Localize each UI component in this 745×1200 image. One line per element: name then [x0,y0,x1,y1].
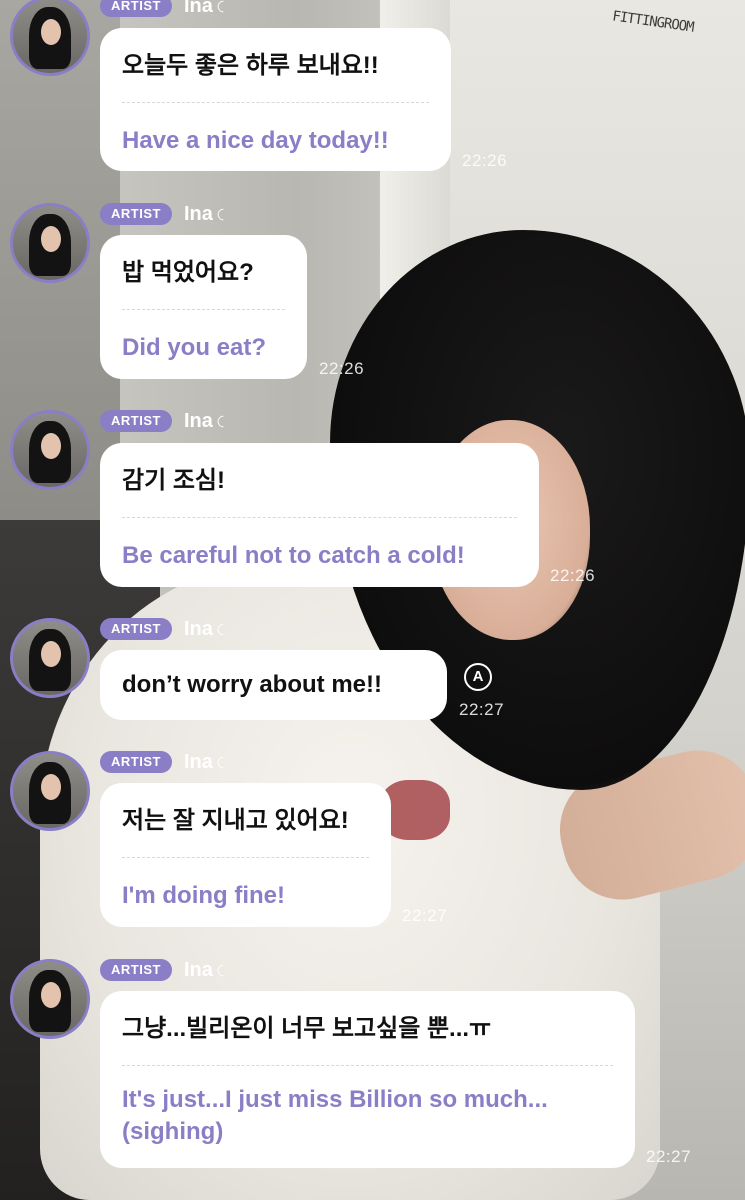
translated-text: I'm doing fine! [122,882,286,909]
message-text: don’t worry about me!! [122,671,382,698]
message-text: 저는 잘 지내고 있어요! [122,807,349,834]
artist-avatar[interactable] [10,959,90,1039]
translated-text: Be careful not to catch a cold! [122,542,465,569]
translation-divider [122,857,369,858]
smile-icon: ◡ [215,208,233,220]
message-time: 22:27 [646,1147,692,1166]
sender-name: Ina [183,750,213,773]
artist-badge: ARTIST [100,618,172,640]
translate-icon[interactable]: A [464,663,492,691]
message-text: 그냥...빌리온이 너무 보고싶을 뿐...ㅠ [122,1015,492,1042]
message-bubble[interactable]: 오늘두 좋은 하루 보내요!! Have a nice day today!! [100,28,451,171]
message-time: 22:26 [319,359,365,378]
artist-badge: ARTIST [100,959,172,981]
artist-avatar[interactable] [10,410,90,490]
artist-badge: ARTIST [100,203,172,225]
sender-row: ARTIST Ina ◡ [100,617,233,641]
translated-text: Did you eat? [122,334,267,361]
sender-row: ARTIST Ina ◡ [100,958,233,982]
message-time: 22:26 [462,151,508,170]
message-time: 22:27 [402,906,448,925]
sender-name: Ina [183,0,213,17]
message-time: 22:27 [459,700,505,719]
artist-badge: ARTIST [100,410,172,432]
artist-avatar[interactable] [10,751,90,831]
smile-icon: ◡ [215,964,233,976]
artist-badge: ARTIST [100,0,172,17]
sender-name: Ina [183,958,213,981]
sender-row: ARTIST Ina ◡ [100,0,233,18]
translated-text: Have a nice day today!! [122,127,389,154]
smile-icon: ◡ [215,415,233,427]
translation-divider [122,1065,613,1066]
message-text: 밥 먹었어요? [122,259,254,286]
artist-avatar[interactable] [10,618,90,698]
sender-name: Ina [183,202,213,225]
message-bubble[interactable]: 감기 조심! Be careful not to catch a cold! [100,443,539,587]
sender-name: Ina [183,617,213,640]
sender-row: ARTIST Ina ◡ [100,750,233,774]
message-bubble[interactable]: 밥 먹었어요? Did you eat? [100,235,307,379]
message-bubble[interactable]: don’t worry about me!! [100,650,447,720]
message-bubble[interactable]: 저는 잘 지내고 있어요! I'm doing fine! [100,783,391,927]
sender-row: ARTIST Ina ◡ [100,409,233,433]
message-text: 오늘두 좋은 하루 보내요!! [122,52,379,79]
translation-divider [122,517,517,518]
message-text: 감기 조심! [122,467,225,494]
smile-icon: ◡ [215,623,233,635]
smile-icon: ◡ [215,756,233,768]
artist-avatar[interactable] [10,203,90,283]
sender-row: ARTIST Ina ◡ [100,202,233,226]
sender-name: Ina [183,409,213,432]
translation-divider [122,309,285,310]
translated-text: It's just...I just miss Billion so much.… [122,1086,548,1145]
message-time: 22:26 [550,566,596,585]
translation-divider [122,102,429,103]
smile-icon: ◡ [215,0,233,12]
message-bubble[interactable]: 그냥...빌리온이 너무 보고싶을 뿐...ㅠ It's just...I ju… [100,991,635,1168]
artist-badge: ARTIST [100,751,172,773]
